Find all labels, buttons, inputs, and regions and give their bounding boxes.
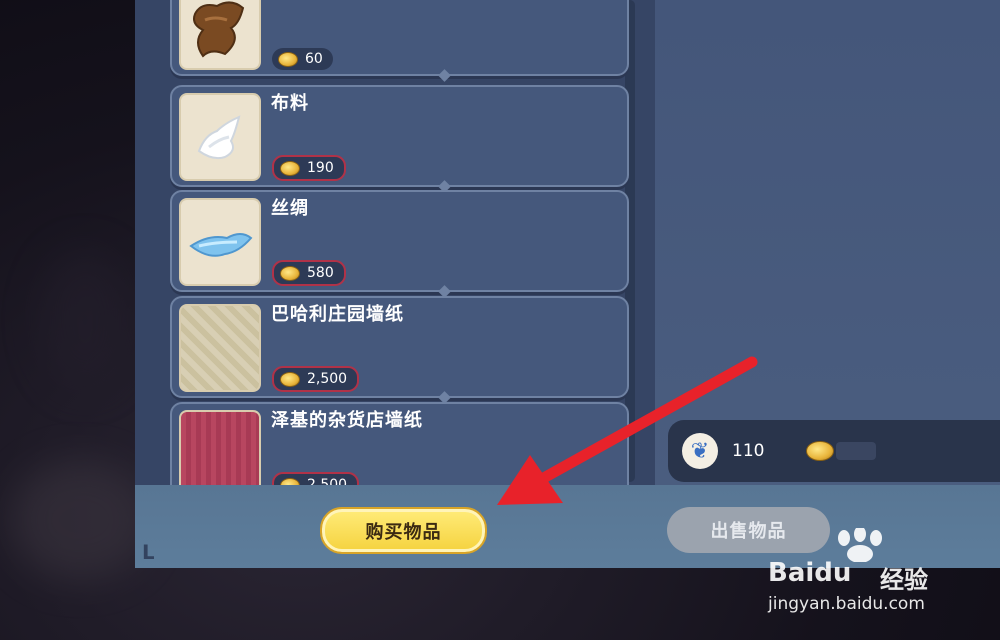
item-name: 丝绸: [271, 198, 309, 219]
item-name: 布料: [271, 93, 309, 114]
coin-value-blurred: [836, 442, 877, 460]
list-item[interactable]: 丝绸 580: [170, 190, 629, 298]
buy-button[interactable]: 购买物品: [320, 507, 487, 554]
price-value: 580: [307, 265, 334, 281]
currency-bar: ❦ 110: [668, 420, 1000, 482]
item-price: 60: [272, 48, 333, 70]
coin-icon: [278, 51, 298, 67]
price-value: 2,500: [307, 371, 348, 387]
watermark-brand-part2: du: [814, 558, 852, 588]
item-price: 580: [272, 260, 346, 286]
background-blob: [40, 250, 130, 390]
price-value: 60: [305, 51, 323, 67]
watermark-brand: Baidu: [768, 558, 851, 588]
watermark-cn: 经验: [880, 566, 928, 594]
silk-icon: [179, 198, 261, 286]
list-item[interactable]: 巴哈利庄园墙纸 2,500: [170, 296, 629, 404]
baidu-paw-icon: [838, 528, 882, 562]
hearts-value: 110: [732, 441, 765, 461]
list-item[interactable]: 皮革 60: [170, 0, 629, 82]
coin-icon: [280, 265, 300, 281]
leather-icon: [179, 0, 261, 70]
item-name: 皮革: [271, 0, 309, 4]
sell-button[interactable]: 出售物品: [667, 507, 830, 553]
item-price: 2,500: [272, 366, 360, 392]
watermark-brand-part1: Bai: [768, 558, 815, 588]
watermark-url: jingyan.baidu.com: [768, 594, 925, 614]
hearts-icon: ❦: [682, 433, 718, 469]
detail-area: [655, 0, 1000, 485]
background-blob: [10, 460, 150, 580]
coin-icon: [280, 160, 300, 176]
item-price: 190: [272, 155, 346, 181]
cloth-icon: [179, 93, 261, 181]
price-value: 190: [307, 160, 334, 176]
corner-icon: ᒪ: [142, 540, 155, 564]
coin-icon: [806, 441, 835, 461]
wallpaper-icon: [179, 304, 261, 392]
coin-icon: [280, 371, 300, 387]
item-name: 巴哈利庄园墙纸: [271, 304, 404, 325]
list-item[interactable]: 布料 190: [170, 85, 629, 193]
item-name: 泽基的杂货店墙纸: [271, 410, 423, 431]
